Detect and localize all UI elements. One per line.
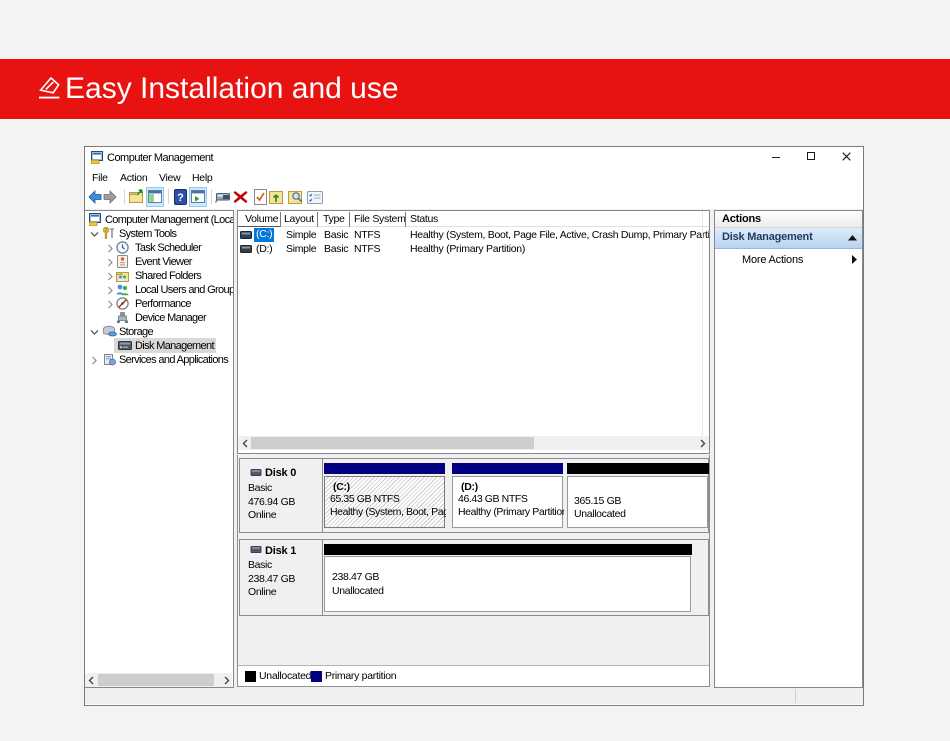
svg-text:?: ? xyxy=(177,192,184,204)
